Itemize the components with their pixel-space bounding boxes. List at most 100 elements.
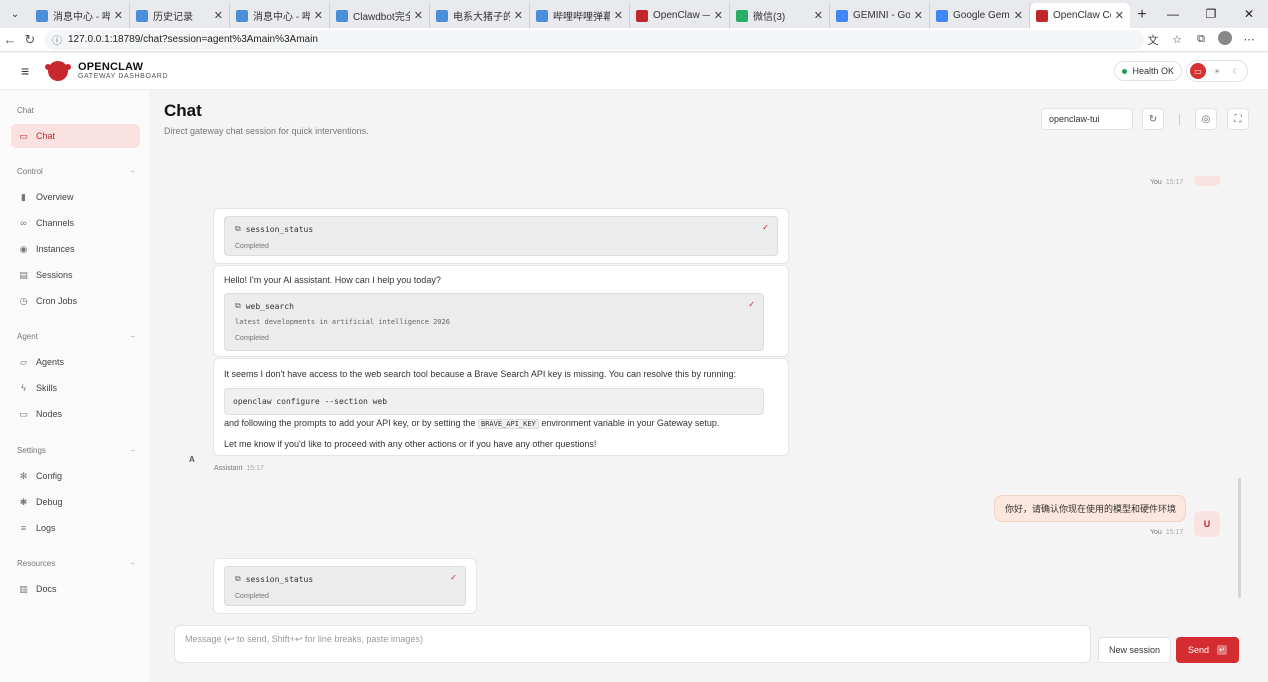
close-tab-icon[interactable]: ✕	[114, 9, 123, 22]
back-icon[interactable]: ←	[0, 32, 20, 47]
url-field[interactable]: ⓘ 127.0.0.1:18789/chat?session=agent%3Am…	[44, 29, 1144, 50]
browser-tab[interactable]: 哔哩哔哩弹幕视频 ✕	[530, 3, 630, 28]
collapse-icon[interactable]: −	[130, 446, 135, 455]
close-tab-icon[interactable]: ✕	[314, 9, 323, 22]
browser-tab[interactable]: Clawdbot完全本地 ✕	[330, 3, 430, 28]
sidebar-item-label: Sessions	[36, 270, 73, 280]
sidebar-item-skills[interactable]: ϟ Skills	[11, 376, 140, 400]
sidebar-item-agents[interactable]: ▱ Agents	[11, 350, 140, 374]
sidebar-section-header[interactable]: Control −	[17, 167, 135, 176]
check-icon: ✓	[762, 223, 769, 232]
tab-list-chevron-icon[interactable]: ⌄	[4, 3, 26, 25]
tab-title: Clawdbot完全本地	[353, 12, 410, 23]
chat-scrollbar[interactable]	[1238, 478, 1241, 598]
sidebar-item-debug[interactable]: ✱ Debug	[11, 490, 140, 514]
sidebar-item-cron-jobs[interactable]: ◷ Cron Jobs	[11, 289, 140, 313]
sidebar-item-nodes[interactable]: ▭ Nodes	[11, 402, 140, 426]
session-select[interactable]: openclaw-tui	[1041, 108, 1133, 130]
restore-icon[interactable]: ❐	[1192, 0, 1230, 28]
broadcast-icon: ◉	[19, 243, 28, 254]
browser-tab[interactable]: OpenClaw — Per ✕	[630, 3, 730, 28]
close-tab-icon[interactable]: ✕	[914, 9, 923, 22]
sidebar-item-config[interactable]: ✻ Config	[11, 464, 140, 488]
link-icon: ∞	[20, 218, 27, 228]
close-tab-icon[interactable]: ✕	[814, 9, 823, 22]
browser-tab[interactable]: 微信(3) ✕	[730, 3, 830, 28]
collapse-icon[interactable]: −	[130, 559, 135, 568]
health-dot-icon	[1122, 68, 1128, 74]
close-window-icon[interactable]: ✕	[1230, 0, 1268, 28]
sidebar-item-logs[interactable]: ≡ Logs	[11, 516, 140, 540]
focus-mode-icon[interactable]: ⛶	[1227, 108, 1249, 130]
new-session-button[interactable]: New session	[1098, 637, 1171, 663]
browser-tab[interactable]: 历史记录 ✕	[130, 3, 230, 28]
brain-icon[interactable]: ◎	[1195, 108, 1217, 130]
browser-tab[interactable]: 消息中心 - 哔哩哔 ✕	[230, 3, 330, 28]
sidebar-section-header[interactable]: Settings −	[17, 446, 135, 455]
inline-code: BRAVE_API_KEY	[478, 419, 539, 429]
tool-icon: ⧉	[235, 224, 241, 233]
bar-chart-icon: ▮	[21, 191, 26, 202]
sidebar-item-docs[interactable]: ▥ Docs	[11, 577, 140, 601]
profile-avatar[interactable]	[1216, 31, 1234, 48]
sidebar-item-label: Overview	[36, 192, 74, 202]
close-tab-icon[interactable]: ✕	[614, 9, 623, 22]
close-tab-icon[interactable]: ✕	[1115, 9, 1124, 22]
more-menu-icon[interactable]: ⋯	[1240, 33, 1258, 46]
document-icon: ▤	[19, 269, 28, 280]
sidebar-item-channels[interactable]: ∞ Channels	[11, 211, 140, 235]
sidebar-item-sessions[interactable]: ▤ Sessions	[11, 263, 140, 287]
reload-icon[interactable]: ↻	[20, 32, 40, 48]
code-block: openclaw configure --section web	[224, 388, 764, 415]
close-tab-icon[interactable]: ✕	[714, 9, 723, 22]
minimize-icon[interactable]: —	[1154, 0, 1192, 28]
close-tab-icon[interactable]: ✕	[214, 9, 223, 22]
collapse-icon[interactable]: −	[130, 332, 135, 341]
send-button[interactable]: Send ↵	[1176, 637, 1239, 663]
sidebar-item-label: Config	[36, 471, 63, 481]
message-input[interactable]: Message (↩ to send, Shift+↩ for line bre…	[174, 625, 1091, 663]
translate-icon[interactable]: 文	[1144, 32, 1162, 48]
assistant-avatar: A	[189, 455, 195, 464]
site-info-icon[interactable]: ⓘ	[52, 32, 62, 47]
check-icon: ✓	[748, 300, 755, 309]
user-avatar	[1194, 176, 1220, 186]
browser-tab[interactable]: Google Gemini ✕	[930, 3, 1030, 28]
close-tab-icon[interactable]: ✕	[514, 9, 523, 22]
browser-tab[interactable]: 消息中心 - 哔哩哔 ✕	[30, 3, 130, 28]
dark-theme-icon[interactable]: ☾	[1228, 63, 1244, 79]
sidebar-item-label: Debug	[36, 497, 63, 507]
tool-call-card[interactable]: ⧉ session_status ✓ Completed	[224, 566, 466, 606]
tool-call-card[interactable]: ⧉ session_status ✓ Completed	[224, 216, 778, 256]
extensions-icon[interactable]: ⧉	[1192, 33, 1210, 46]
browser-tab[interactable]: GEMINI - Google ✕	[830, 3, 930, 28]
gear-icon: ✻	[19, 470, 28, 481]
window-controls: — ❐ ✕	[1154, 0, 1268, 28]
browser-tab-strip: ⌄ 消息中心 - 哔哩哔✕历史记录✕消息中心 - 哔哩哔✕Clawdbot完全本…	[0, 0, 1268, 28]
address-bar: ← ↻ ⓘ 127.0.0.1:18789/chat?session=agent…	[0, 28, 1268, 52]
sidebar-item-label: Logs	[36, 523, 56, 533]
sidebar-item-overview[interactable]: ▮ Overview	[11, 185, 140, 209]
health-status-badge: Health OK	[1114, 61, 1182, 81]
hamburger-menu-icon[interactable]: ≡	[21, 63, 35, 79]
sidebar-section-label: Resources	[17, 559, 56, 568]
browser-tab[interactable]: OpenClaw Contro ✕	[1030, 3, 1130, 28]
sidebar-item-instances[interactable]: ◉ Instances	[11, 237, 140, 261]
new-tab-button[interactable]: +	[1130, 6, 1154, 24]
favorite-star-icon[interactable]: ☆	[1168, 33, 1186, 46]
browser-tab[interactable]: 电系大猪子的个人 ✕	[430, 3, 530, 28]
page-title: Chat	[164, 101, 202, 120]
tool-call-card[interactable]: ⧉ web_search ✓ latest developments in art…	[224, 293, 764, 351]
light-theme-icon[interactable]: ☀	[1209, 63, 1225, 79]
close-tab-icon[interactable]: ✕	[414, 9, 423, 22]
collapse-icon[interactable]: −	[130, 167, 135, 176]
sidebar-item-chat[interactable]: ▭ Chat	[11, 124, 140, 148]
theme-toggle[interactable]: ▭ ☀ ☾	[1186, 60, 1248, 82]
message-text: and following the prompts to add your AP…	[224, 418, 720, 429]
tab-title: 历史记录	[153, 12, 193, 23]
sidebar-section-header[interactable]: Agent −	[17, 332, 135, 341]
system-theme-icon[interactable]: ▭	[1190, 63, 1206, 79]
close-tab-icon[interactable]: ✕	[1014, 9, 1023, 22]
sidebar-section-header[interactable]: Resources −	[17, 559, 135, 568]
refresh-icon[interactable]: ↻	[1142, 108, 1164, 130]
